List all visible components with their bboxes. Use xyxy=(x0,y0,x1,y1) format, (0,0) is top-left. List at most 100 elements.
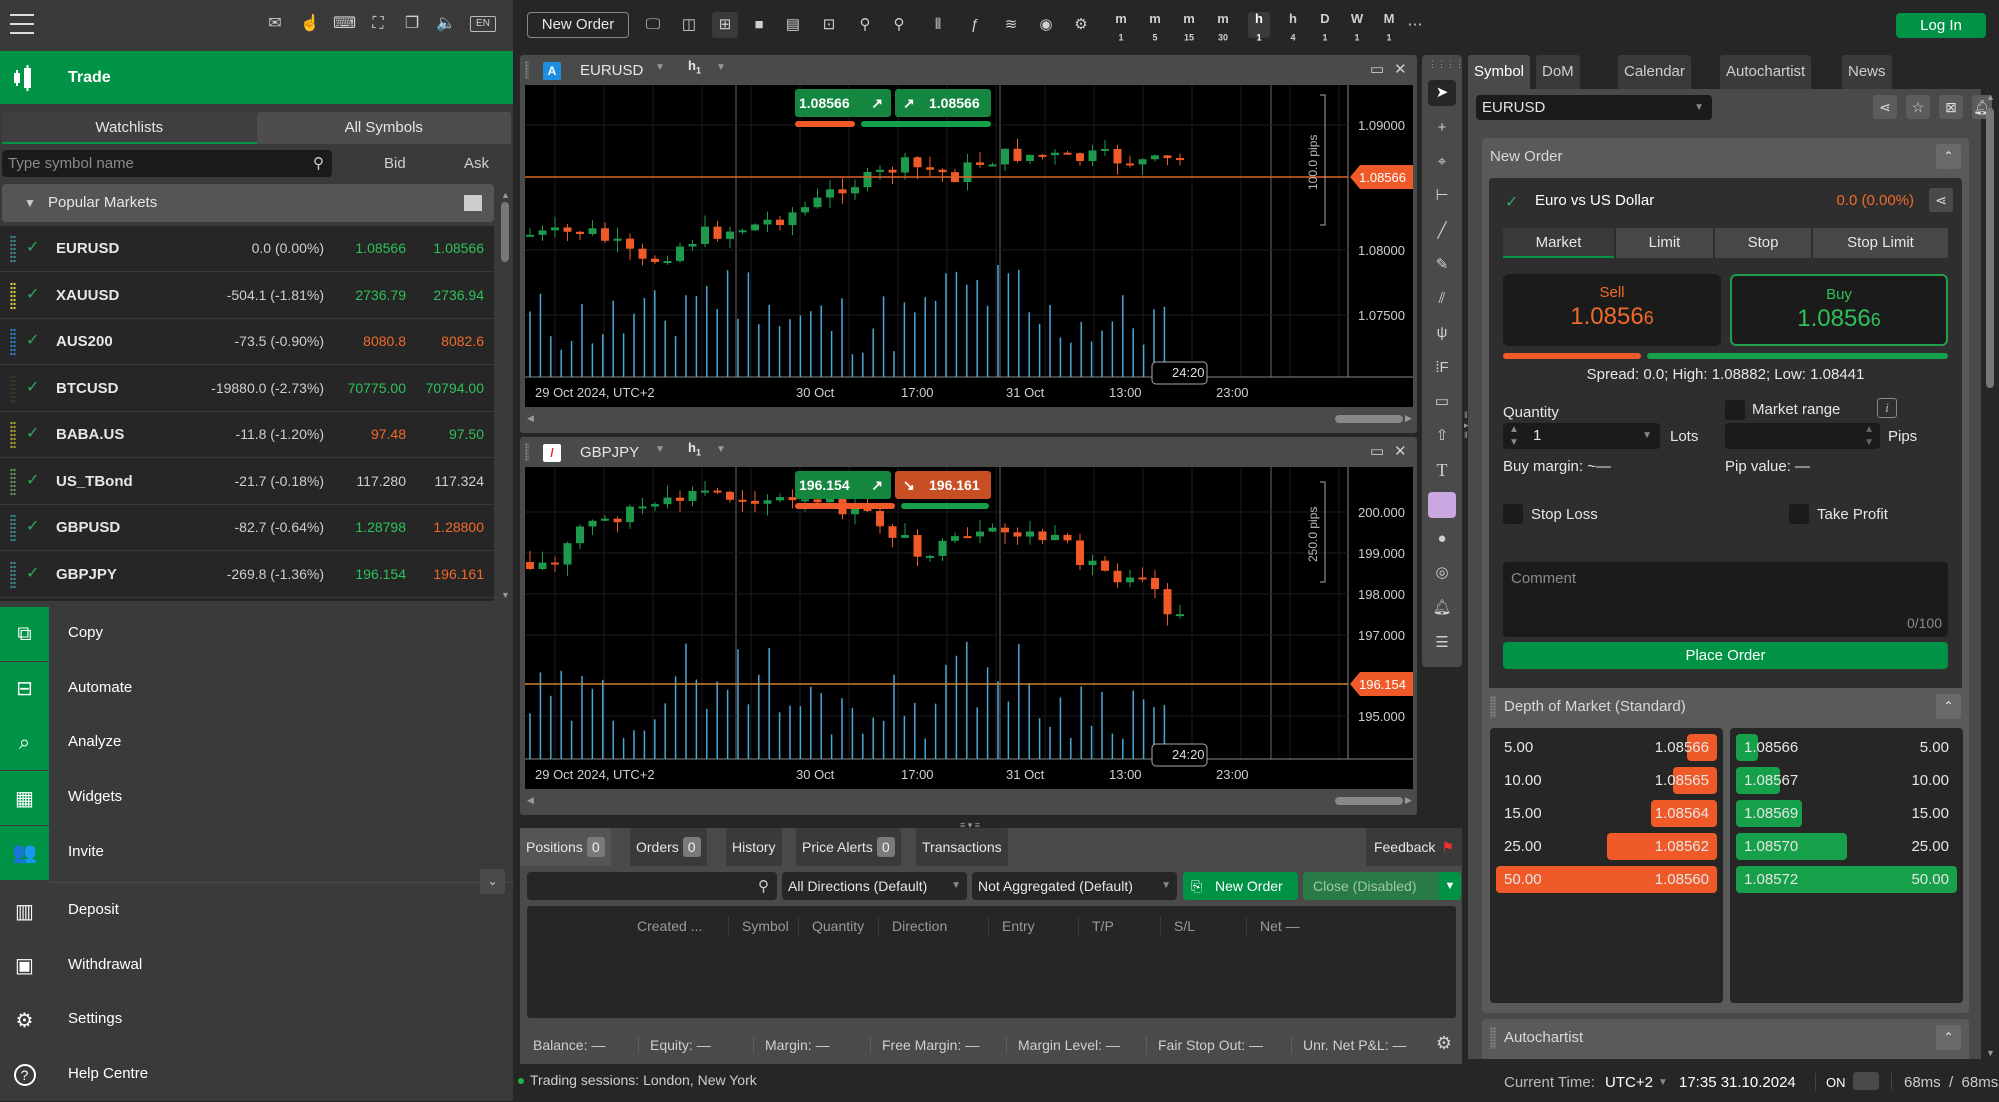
bid-price[interactable]: 196.154 xyxy=(355,566,406,582)
alert-bell-icon[interactable]: 🔔︎ xyxy=(1428,595,1456,621)
ask-price[interactable]: 2736.94 xyxy=(433,287,484,303)
chart-settings-icon[interactable]: ⚙ xyxy=(1068,12,1094,38)
maximize-icon[interactable]: ▭ xyxy=(1370,60,1384,78)
close-options-dropdown[interactable]: ▼ xyxy=(1439,872,1461,900)
pointer-icon[interactable]: ➤ xyxy=(1428,80,1456,106)
measure-icon[interactable]: ⊢ xyxy=(1428,183,1456,209)
dom-ask-row[interactable]: 1.08572 50.00 xyxy=(1736,866,1957,893)
layers-icon[interactable]: ≋ xyxy=(998,12,1024,38)
column-divider[interactable] xyxy=(1160,916,1161,936)
chart-sell-quote-button[interactable]: 196.154 ↗ xyxy=(795,471,891,499)
mail-icon[interactable]: ✉ xyxy=(264,13,286,35)
chart-icon[interactable]: ⊠ xyxy=(1939,95,1963,119)
panel-resize-handle[interactable]: ≡ ▾ ≡ xyxy=(960,820,980,831)
stepper-arrows-icon[interactable]: ▲ ▼ xyxy=(1509,423,1519,449)
feedback-button[interactable]: Feedback ⚑ xyxy=(1365,828,1462,866)
camera-icon[interactable]: ◎ xyxy=(1428,560,1456,586)
ask-price[interactable]: 97.50 xyxy=(449,426,484,442)
chart-symbol[interactable]: EURUSD xyxy=(580,62,643,79)
timeframe-m5[interactable]: m5 xyxy=(1144,12,1166,43)
drag-handle-icon[interactable] xyxy=(10,421,16,449)
ask-price[interactable]: 196.161 xyxy=(433,566,484,582)
column-header[interactable]: Entry xyxy=(1002,918,1035,934)
timeframe-D1[interactable]: D1 xyxy=(1314,12,1336,43)
fibonacci-icon[interactable]: ⁞F xyxy=(1428,355,1456,381)
chevron-down-icon[interactable]: ▼ xyxy=(655,444,665,455)
ask-price[interactable]: 1.28800 xyxy=(433,519,484,535)
magnet-crosshair-icon[interactable]: ⌖ xyxy=(1428,149,1456,175)
positions-search-input[interactable]: ⚲ xyxy=(527,872,777,900)
sidebar-item-invite[interactable]: 👥 Invite xyxy=(0,825,513,880)
zoom-out-icon[interactable]: ⚲ xyxy=(852,12,878,38)
check-icon[interactable]: ✓ xyxy=(26,284,39,304)
column-header[interactable]: Direction xyxy=(892,918,947,934)
tab-all-symbols[interactable]: All Symbols xyxy=(256,112,511,144)
check-icon[interactable]: ✓ xyxy=(26,377,39,397)
share-icon[interactable]: ⋖ xyxy=(1929,188,1953,212)
chart-sell-quote-button[interactable]: 1.08566 ↗ xyxy=(795,89,891,117)
share-icon[interactable]: ⋖ xyxy=(1873,95,1897,119)
timeframe-h1[interactable]: h1 xyxy=(1248,12,1270,43)
chart-account-badge[interactable]: / xyxy=(543,444,561,462)
drag-handle-icon[interactable] xyxy=(1490,696,1496,718)
rectangle-icon[interactable]: ▭ xyxy=(1428,389,1456,415)
grid-layout-icon[interactable]: ⊞ xyxy=(712,12,738,38)
column-header[interactable]: T/P xyxy=(1092,918,1114,934)
scroll-right-icon[interactable]: ▶ xyxy=(1405,413,1412,424)
order-type-stop[interactable]: Stop xyxy=(1715,228,1811,258)
sidebar-item-withdrawal[interactable]: ▣ Withdrawal xyxy=(0,939,513,993)
zoom-in-icon[interactable]: ⚲ xyxy=(886,12,912,38)
stepper-arrows-icon[interactable]: ▲ ▼ xyxy=(1864,423,1874,449)
watchlist-row[interactable]: ✓ BTCUSD -19880.0 (-2.73%) 70775.00 70794.00 xyxy=(0,365,494,412)
chart-svg[interactable]: 1.09000 1.08000 1.07500 29 Oct 2024, UTC+2 3… xyxy=(525,85,1413,407)
sidebar-item-analyze[interactable]: ⌕ Analyze xyxy=(0,716,513,771)
order-type-stop-limit[interactable]: Stop Limit xyxy=(1813,228,1948,258)
scrollbar-thumb[interactable] xyxy=(1986,108,1994,388)
watchlist-row[interactable]: ✓ XAUUSD -504.1 (-1.81%) 2736.79 2736.94 xyxy=(0,272,494,319)
sell-button[interactable]: Sell 1.08566 xyxy=(1503,274,1721,346)
chart-buy-quote-button[interactable]: ↘ 196.161 xyxy=(895,471,991,499)
sidebar-item-copy[interactable]: ⧉ Copy xyxy=(0,607,513,661)
order-type-market[interactable]: Market xyxy=(1503,228,1614,258)
watchlist-row[interactable]: ✓ BABA.US -11.8 (-1.20%) 97.48 97.50 xyxy=(0,412,494,458)
watchlist-row[interactable]: ✓ GBPJPY -269.8 (-1.36%) 196.154 196.161 xyxy=(0,551,494,598)
aggregation-filter-select[interactable]: Not Aggregated (Default) ▼ xyxy=(972,872,1177,900)
column-header[interactable]: Net — xyxy=(1260,918,1300,934)
collapse-nav-button[interactable]: ⌄ xyxy=(480,869,505,894)
split-layout-icon[interactable]: ▤ xyxy=(780,12,806,38)
dom-bid-row[interactable]: 50.00 1.08560 xyxy=(1496,866,1717,893)
chevron-down-icon[interactable]: ▼ xyxy=(1658,1077,1668,1088)
scroll-up-icon[interactable]: ▲ xyxy=(501,190,510,200)
sidebar-item-help-centre[interactable]: ? Help Centre xyxy=(0,1048,513,1102)
scrollbar-thumb[interactable] xyxy=(501,202,509,262)
column-header[interactable]: Symbol xyxy=(742,918,789,934)
ask-price[interactable]: 117.324 xyxy=(434,473,484,489)
fullscreen-icon[interactable]: ⛶ xyxy=(367,13,389,35)
ask-price[interactable]: 70794.00 xyxy=(426,380,484,396)
trade-section-header[interactable]: Trade xyxy=(0,51,513,104)
order-type-limit[interactable]: Limit xyxy=(1616,228,1713,258)
sidebar-item-deposit[interactable]: ▥ Deposit xyxy=(0,884,513,938)
gear-icon[interactable]: ⚙ xyxy=(1436,1033,1452,1054)
close-icon[interactable]: ✕ xyxy=(1394,60,1407,78)
search-icon[interactable]: ⚲ xyxy=(313,150,324,177)
brush-icon[interactable]: ✎ xyxy=(1428,252,1456,278)
sidebar-item-widgets[interactable]: ▦ Widgets xyxy=(0,771,513,826)
place-order-button[interactable]: Place Order xyxy=(1503,642,1948,669)
chart-type-icon[interactable]: 🖵 xyxy=(640,12,666,38)
drag-handle-icon[interactable] xyxy=(1490,1027,1496,1049)
sidebar-item-automate[interactable]: ⊟ Automate xyxy=(0,661,513,716)
check-icon[interactable]: ✓ xyxy=(26,330,39,350)
check-icon[interactable]: ✓ xyxy=(26,423,39,443)
collapse-autochartist-button[interactable]: ⌃ xyxy=(1936,1025,1961,1050)
collapse-dom-button[interactable]: ⌃ xyxy=(1936,694,1961,719)
panel-splitter-handle[interactable]: ‖ ▸ ‖ xyxy=(1464,410,1469,440)
symbol-select[interactable]: EURUSD ▼ xyxy=(1476,95,1712,120)
info-icon[interactable]: i xyxy=(1877,398,1897,418)
tab-orders[interactable]: Orders 0 xyxy=(630,828,707,866)
fib-fan-icon[interactable]: ⫽ xyxy=(1428,286,1456,312)
bid-price[interactable]: 1.28798 xyxy=(355,519,406,535)
drag-handle-icon[interactable] xyxy=(10,374,16,403)
timeframe-m30[interactable]: m 30 xyxy=(1212,12,1234,43)
take-profit-checkbox[interactable] xyxy=(1789,504,1809,524)
